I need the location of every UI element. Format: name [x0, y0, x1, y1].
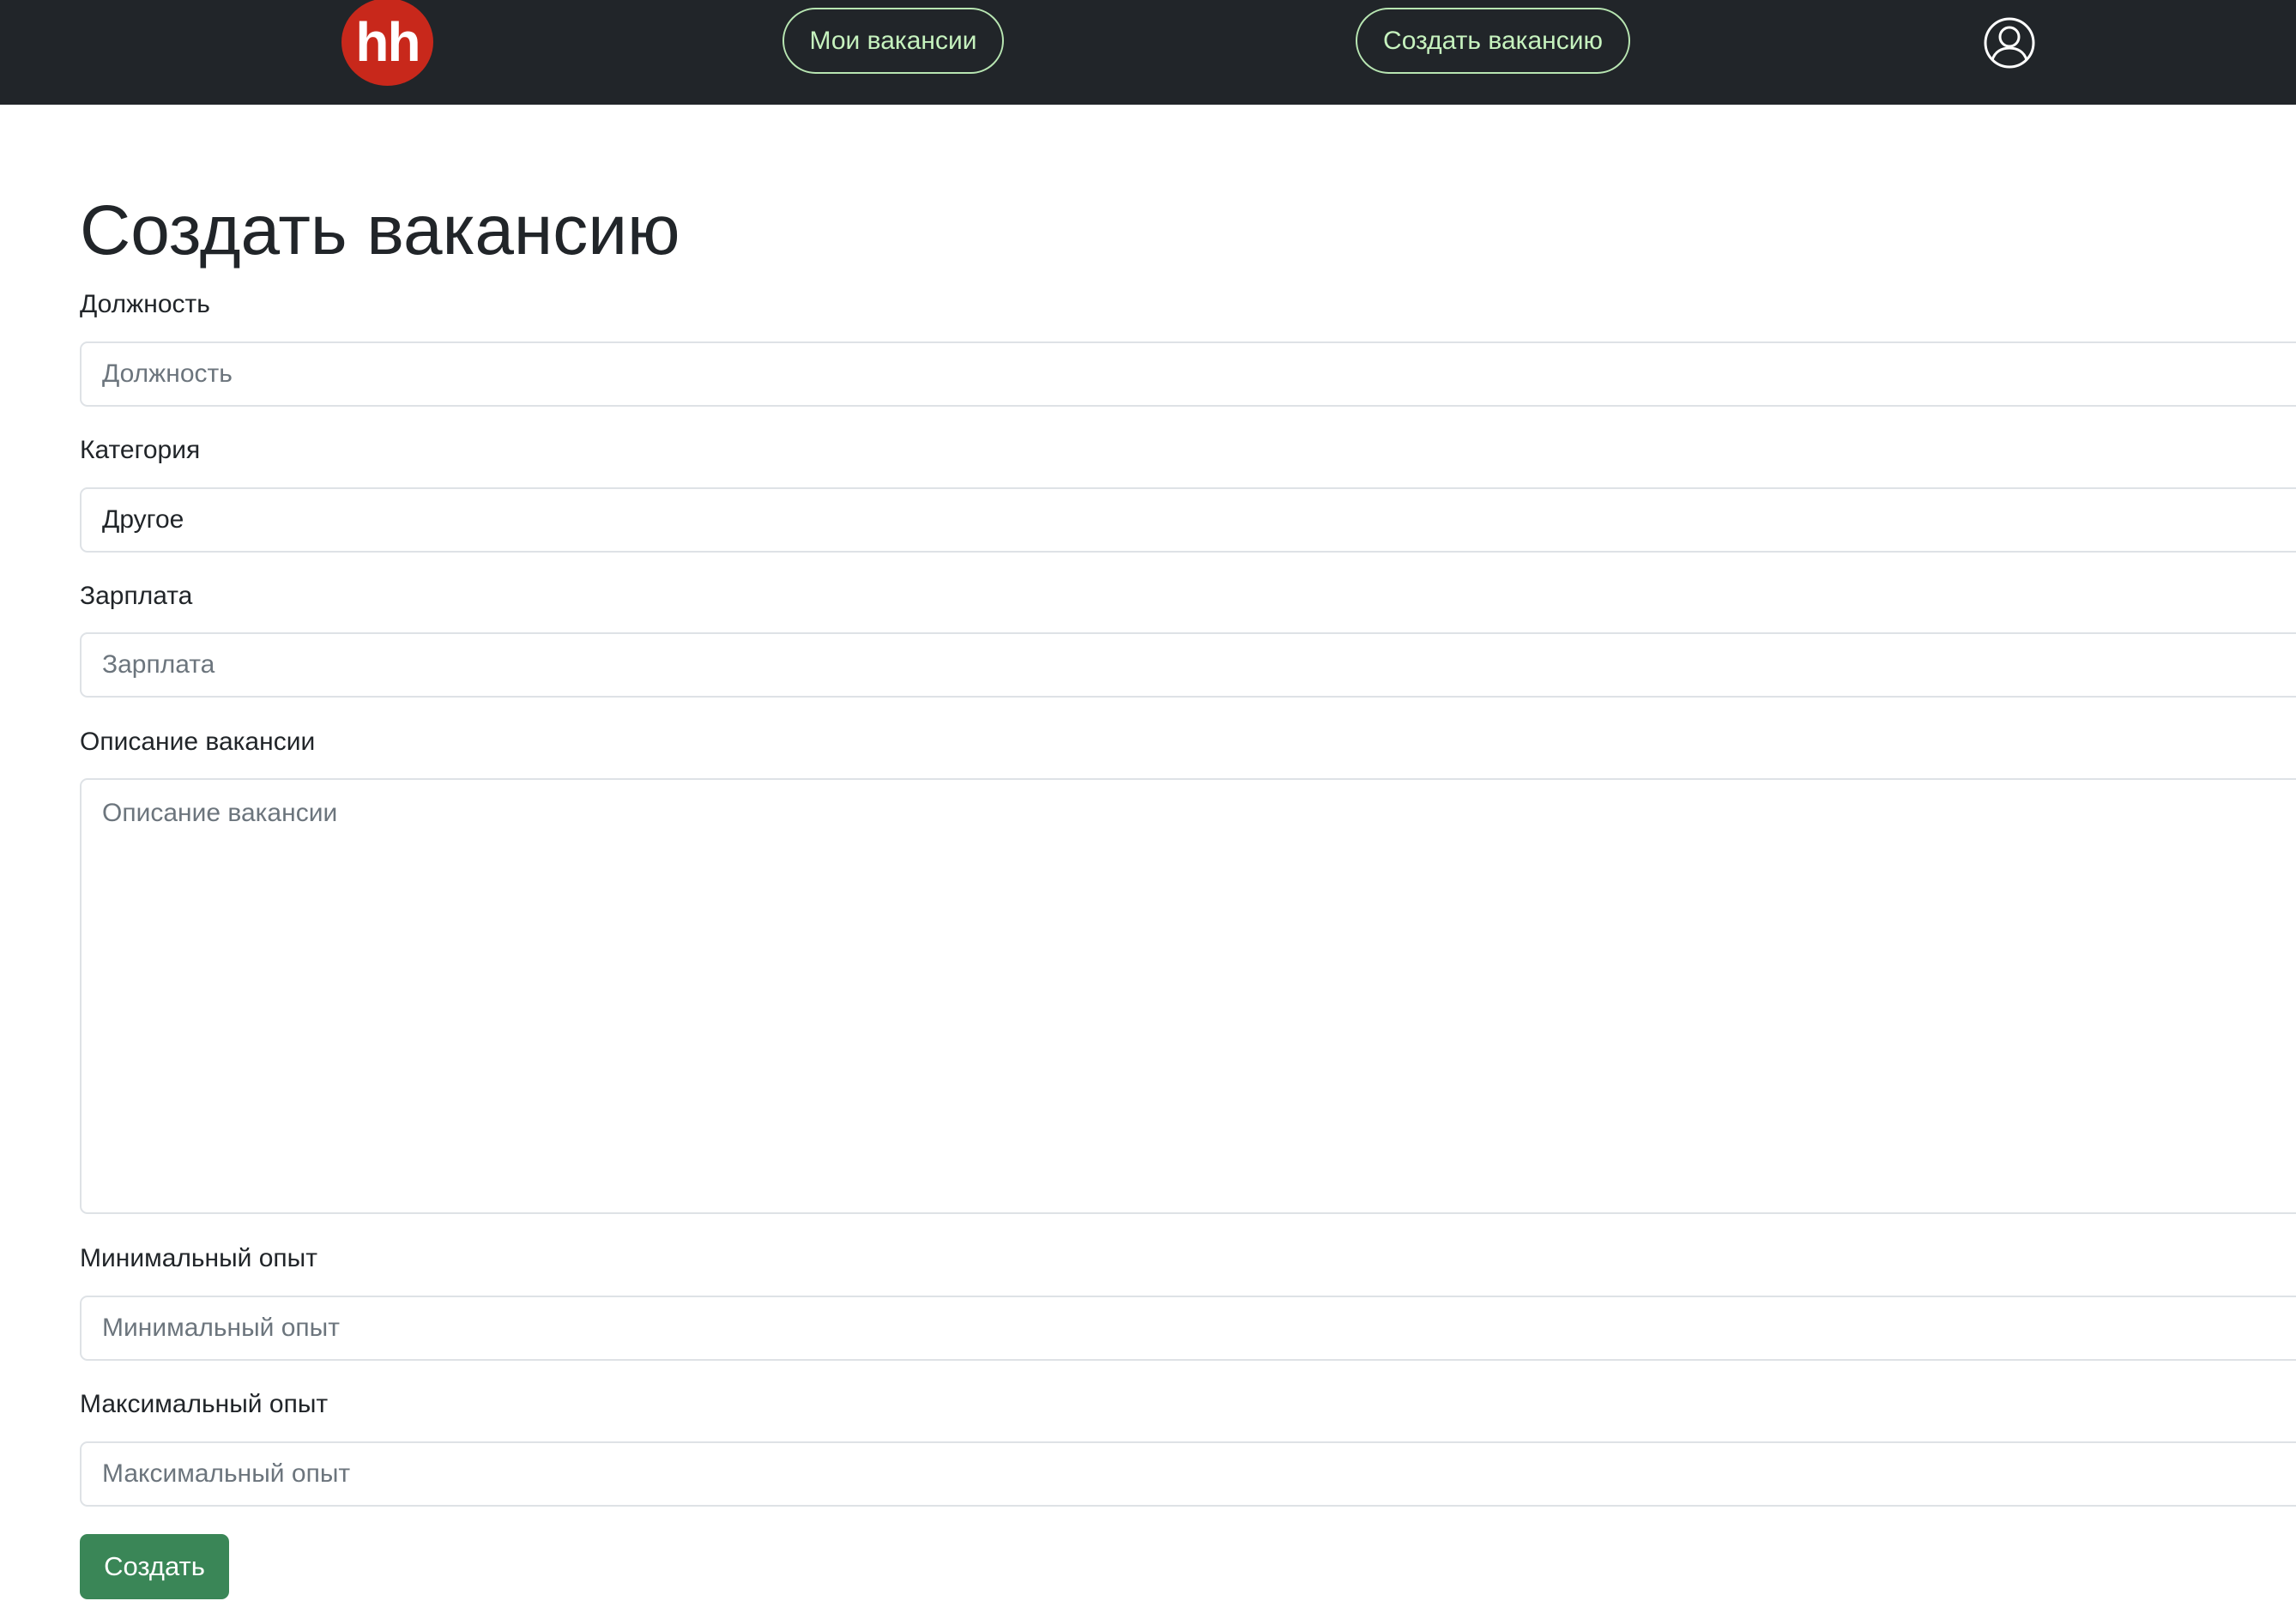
min-experience-label: Минимальный опыт: [80, 1244, 317, 1272]
user-profile-icon[interactable]: [1983, 16, 2036, 69]
description-textarea[interactable]: [80, 778, 2296, 1214]
max-experience-label: Максимальный опыт: [80, 1390, 329, 1418]
min-experience-input[interactable]: [80, 1296, 2296, 1361]
user-circle-icon: [1984, 17, 2035, 69]
category-label: Категория: [80, 436, 201, 464]
create-submit-button[interactable]: Создать: [80, 1534, 229, 1599]
page-title: Создать вакансию: [80, 191, 680, 269]
position-input[interactable]: [80, 341, 2296, 407]
position-label: Должность: [80, 290, 210, 318]
create-vacancy-nav-button[interactable]: Создать вакансию: [1356, 8, 1630, 74]
my-vacancies-button[interactable]: Мои вакансии: [782, 8, 1004, 74]
salary-input[interactable]: [80, 632, 2296, 698]
category-selected-value: Другое: [102, 505, 184, 534]
max-experience-input[interactable]: [80, 1441, 2296, 1507]
hh-logo[interactable]: hh: [341, 0, 433, 86]
salary-label: Зарплата: [80, 582, 193, 610]
top-navbar: hh Мои вакансии Создать вакансию: [0, 0, 2296, 105]
description-label: Описание вакансии: [80, 728, 316, 756]
category-select[interactable]: Другое: [80, 487, 2296, 553]
